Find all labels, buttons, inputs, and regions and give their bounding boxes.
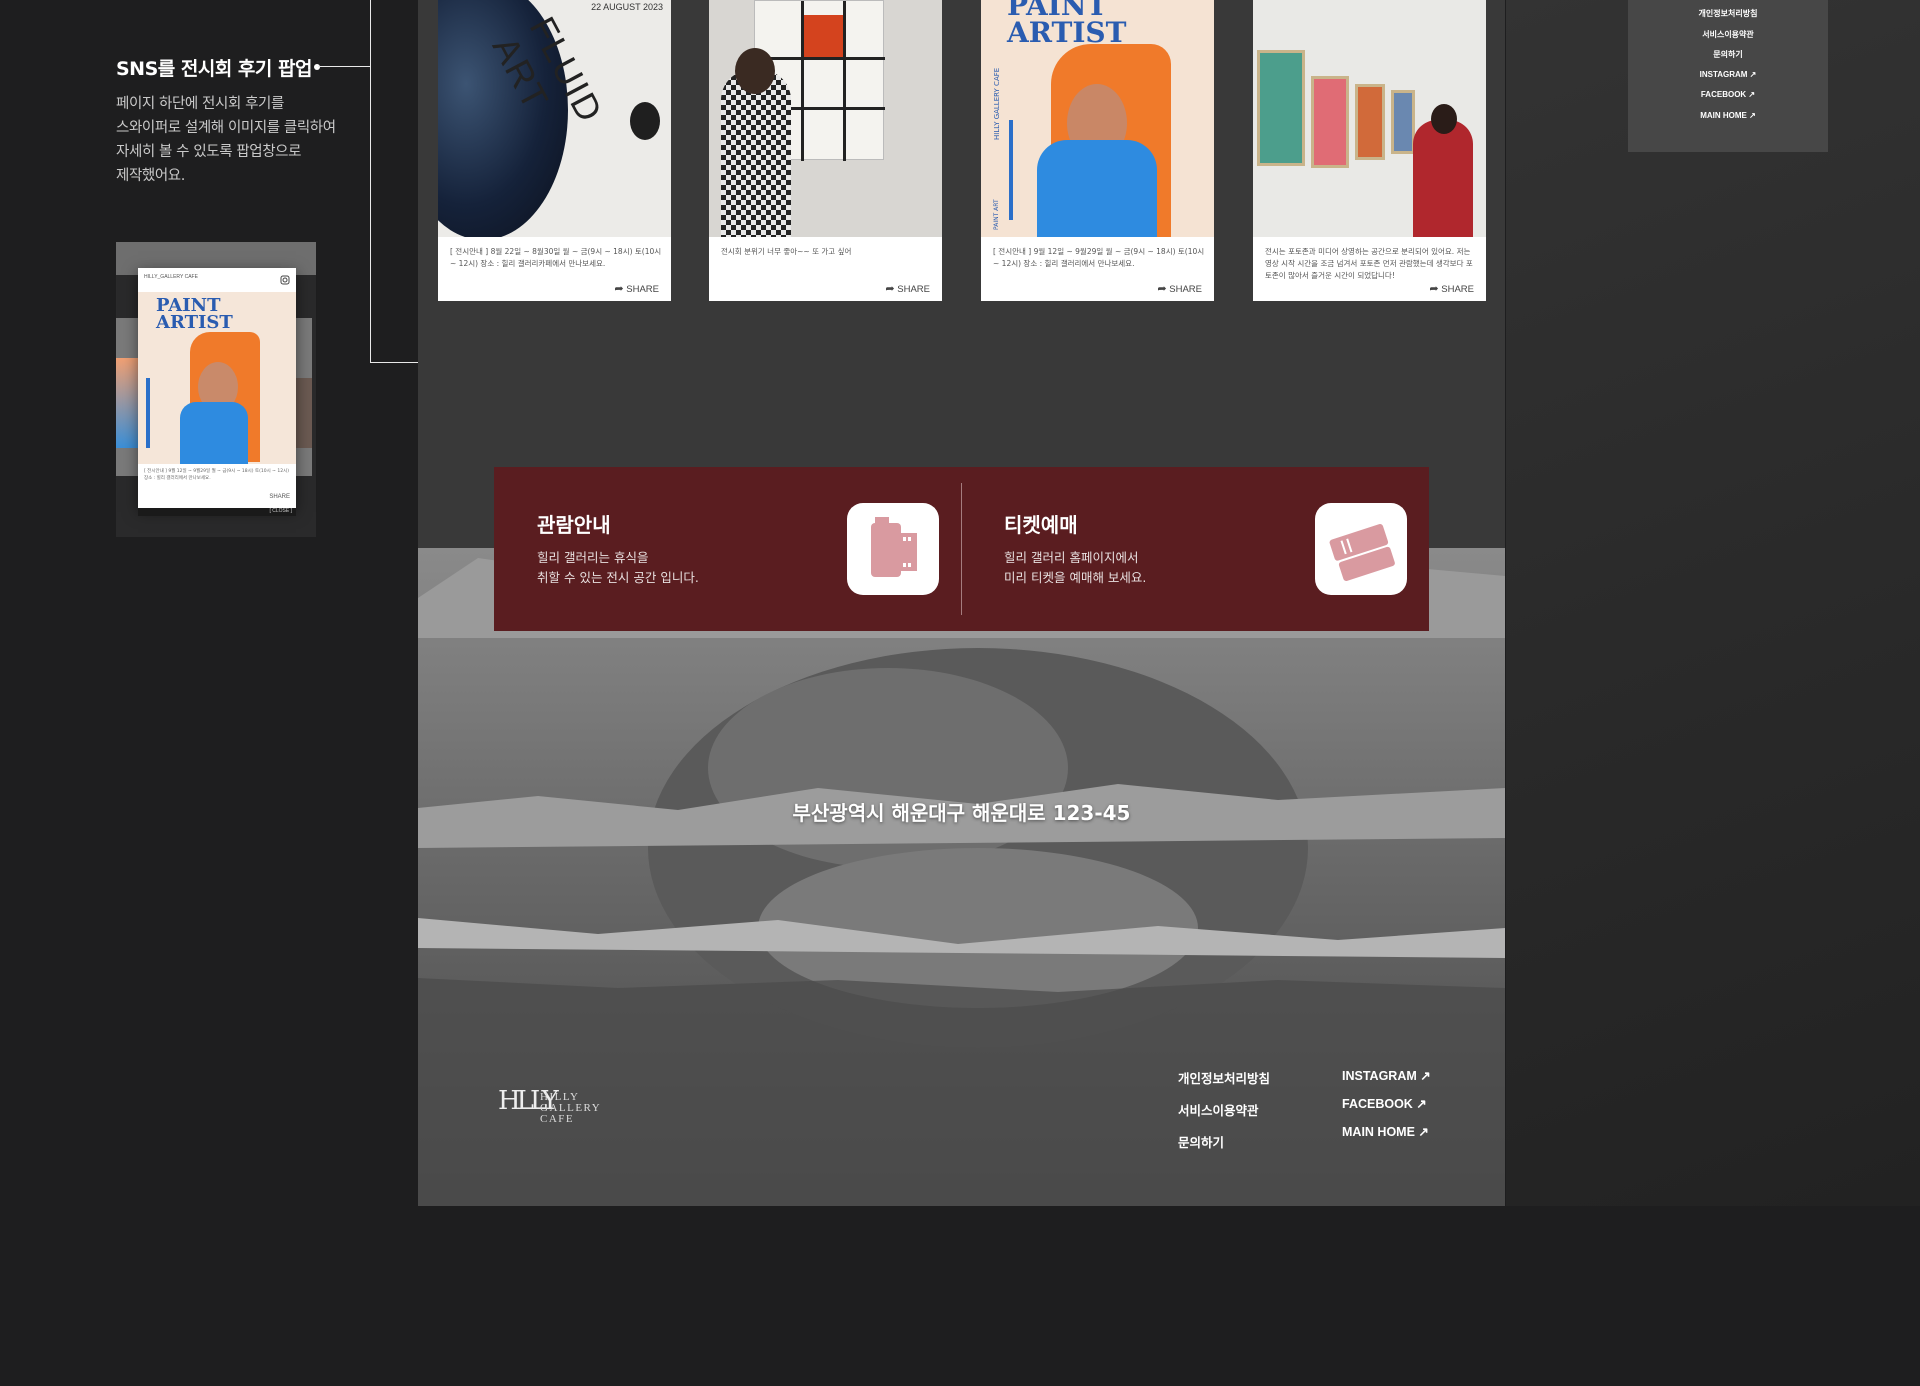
card-image xyxy=(1253,0,1486,237)
visitor-figure xyxy=(1413,120,1473,237)
facebook-link[interactable]: FACEBOOK ↗ xyxy=(1628,90,1828,99)
info-banner: 관람안내 힐리 갤러리는 휴식을 취할 수 있는 전시 공간 입니다. 티켓예매… xyxy=(494,467,1429,631)
card-image: PAINT ARTIST HILLY GALLERY CAFE PAINT AR… xyxy=(981,0,1214,237)
share-icon: ➦ xyxy=(885,283,895,295)
share-icon: ➦ xyxy=(1157,283,1167,295)
info-divider xyxy=(961,483,962,615)
review-card[interactable]: 전시회 분위기 너무 좋아~~ 또 가고 싶어 ➦ SHARE xyxy=(709,0,942,301)
card-caption: 전시회 분위기 너무 좋아~~ 또 가고 싶어 xyxy=(721,247,852,256)
popup-caption: [ 전시안내 ] 9월 12일 ~ 9월29일 월 ~ 금(9시 ~ 18시) … xyxy=(144,469,289,481)
share-icon: ➦ xyxy=(614,283,624,295)
terms-link[interactable]: 서비스이용약관 xyxy=(1628,29,1828,40)
footer-links-col1: 개인정보처리방침 서비스이용약관 문의하기 xyxy=(1178,1068,1270,1151)
main-home-link[interactable]: MAIN HOME ↗ xyxy=(1342,1124,1431,1139)
popup-share-button[interactable]: SHARE xyxy=(269,494,290,500)
footer-links-col2: INSTAGRAM ↗ FACEBOOK ↗ MAIN HOME ↗ xyxy=(1342,1068,1431,1139)
annotation-connector xyxy=(370,0,371,363)
address: 부산광역시 해운대구 해운대로 123-45 xyxy=(792,801,1131,825)
main-panel: 22 AUGUST 2023 FLUID ART [ 전시안내 ] 8월 22일… xyxy=(418,0,1505,1206)
main-home-link[interactable]: MAIN HOME ↗ xyxy=(1628,111,1828,120)
contact-link[interactable]: 문의하기 xyxy=(1628,49,1828,60)
card-caption: 전시는 포토존과 미디어 상영하는 공간으로 분리되어 있어요. 저는 영상 시… xyxy=(1265,247,1473,280)
instagram-icon xyxy=(280,275,290,285)
review-card[interactable]: 22 AUGUST 2023 FLUID ART [ 전시안내 ] 8월 22일… xyxy=(438,0,671,301)
annotation-connector xyxy=(318,66,371,67)
share-button[interactable]: ➦ SHARE xyxy=(885,282,930,295)
card-image: 22 AUGUST 2023 FLUID ART xyxy=(438,0,671,237)
ticket-booking-title: 티켓예매 xyxy=(1004,513,1078,537)
review-card[interactable]: PAINT ARTIST HILLY GALLERY CAFE PAINT AR… xyxy=(981,0,1214,301)
annotation-description: 페이지 하단에 전시회 후기를 스와이퍼로 설계해 이미지를 클릭하여 자세히 … xyxy=(116,96,336,184)
share-button[interactable]: ➦ SHARE xyxy=(1429,282,1474,295)
popup-preview-card: HILLY_GALLERY CAFE PAINT ARTIST [ 전시안내 ]… xyxy=(138,268,296,508)
right-background xyxy=(1506,0,1920,1206)
film-icon[interactable] xyxy=(847,503,939,595)
privacy-policy-link[interactable]: 개인정보처리방침 xyxy=(1178,1068,1270,1087)
popup-preview-side-slide xyxy=(116,318,138,476)
visit-guide[interactable]: 관람안내 힐리 갤러리는 휴식을 취할 수 있는 전시 공간 입니다. xyxy=(537,509,699,588)
gallery-logo[interactable]: HLLY HILLY GALLERY CAFE xyxy=(498,1086,608,1136)
popup-poster: PAINT ARTIST xyxy=(138,292,296,464)
review-card[interactable]: 전시는 포토존과 미디어 상영하는 공간으로 분리되어 있어요. 저는 영상 시… xyxy=(1253,0,1486,301)
card-image xyxy=(709,0,942,237)
terms-link[interactable]: 서비스이용약관 xyxy=(1178,1100,1270,1119)
popup-close-button[interactable]: [ CLOSE ] xyxy=(269,508,292,514)
annotation-title: SNS를 전시회 후기 팝업 xyxy=(116,58,312,80)
card-caption: [ 전시안내 ] 8월 22일 ~ 8월30일 월 ~ 금(9시 ~ 18시) … xyxy=(450,247,662,268)
privacy-policy-link[interactable]: 개인정보처리방침 xyxy=(1628,8,1828,19)
card-date: 22 AUGUST 2023 xyxy=(591,2,663,12)
card-caption: [ 전시안내 ] 9월 12일 ~ 9월29일 월 ~ 금(9시 ~ 18시) … xyxy=(993,247,1205,268)
share-button[interactable]: ➦ SHARE xyxy=(614,282,659,295)
ticket-icon[interactable] xyxy=(1315,503,1407,595)
right-footer-preview: 개인정보처리방침 서비스이용약관 문의하기 INSTAGRAM ↗ FACEBO… xyxy=(1628,0,1828,152)
popup-brand: HILLY_GALLERY CAFE xyxy=(144,274,198,280)
share-icon: ➦ xyxy=(1429,283,1439,295)
instagram-link[interactable]: INSTAGRAM ↗ xyxy=(1342,1068,1431,1083)
instagram-link[interactable]: INSTAGRAM ↗ xyxy=(1628,70,1828,79)
contact-link[interactable]: 문의하기 xyxy=(1178,1132,1270,1151)
ticket-booking[interactable]: 티켓예매 힐리 갤러리 홈페이지에서 미리 티켓을 예매해 보세요. xyxy=(1004,509,1146,588)
popup-preview-side-slide xyxy=(296,318,312,476)
annotation-dot xyxy=(314,64,320,70)
visitor-figure xyxy=(721,70,791,237)
share-button[interactable]: ➦ SHARE xyxy=(1157,282,1202,295)
facebook-link[interactable]: FACEBOOK ↗ xyxy=(1342,1096,1431,1111)
visit-guide-title: 관람안내 xyxy=(537,513,611,537)
